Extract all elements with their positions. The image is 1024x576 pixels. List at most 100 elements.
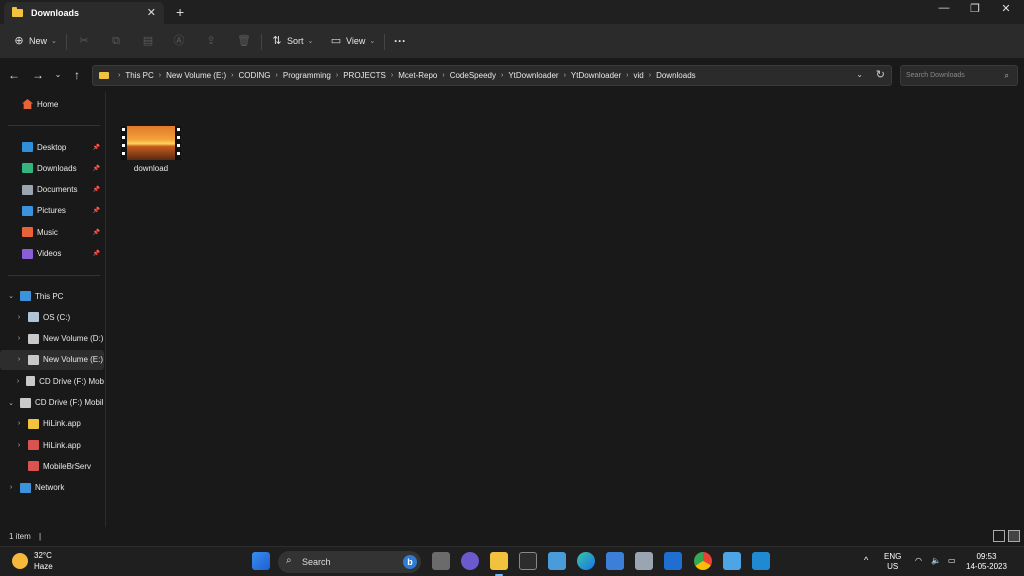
more-options-button[interactable]: ···: [394, 33, 406, 49]
mail-icon[interactable]: [664, 552, 682, 570]
chrome-icon[interactable]: [694, 552, 712, 570]
breadcrumb-item[interactable]: PROJECTS: [343, 71, 386, 80]
chevron-right-icon[interactable]: ›: [6, 484, 16, 491]
sidebar-item-pictures[interactable]: Pictures 📌: [0, 201, 104, 221]
minimize-button[interactable]: —: [930, 2, 958, 14]
language-indicator[interactable]: ENG US: [884, 552, 901, 572]
file-explorer-icon[interactable]: [490, 552, 508, 570]
chevron-down-icon[interactable]: ⌄: [6, 292, 16, 300]
sidebar-tree-item[interactable]: › Network: [0, 478, 104, 498]
share-icon: ⇪: [206, 35, 216, 47]
restore-button[interactable]: ❐: [961, 2, 989, 15]
chevron-right-icon[interactable]: ›: [14, 335, 24, 342]
chevron-right-icon[interactable]: ›: [336, 72, 338, 79]
chevron-right-icon[interactable]: ›: [14, 378, 22, 385]
chevron-up-icon[interactable]: ^: [864, 555, 868, 565]
view-button[interactable]: ▭ View ⌄: [330, 33, 375, 49]
sidebar-item-desktop[interactable]: Desktop 📌: [0, 137, 104, 157]
search-input[interactable]: Search Downloads ⌕: [900, 65, 1018, 86]
forward-button[interactable]: →: [30, 68, 46, 82]
copy-button[interactable]: ⧉: [110, 33, 126, 49]
recent-locations-icon[interactable]: ⌄: [50, 70, 66, 79]
breadcrumb-item[interactable]: Programming: [283, 71, 331, 80]
breadcrumb-item[interactable]: CodeSpeedy: [450, 71, 496, 80]
wifi-icon[interactable]: ◠: [915, 556, 922, 566]
camera-icon[interactable]: [635, 552, 653, 570]
chevron-down-icon[interactable]: ⌄: [856, 70, 863, 79]
battery-icon[interactable]: ▭: [948, 556, 956, 566]
edge-icon[interactable]: [577, 552, 595, 570]
volume-icon[interactable]: 🔈: [931, 556, 941, 566]
back-button[interactable]: ←: [6, 68, 22, 82]
delete-button[interactable]: 🗑: [237, 33, 253, 49]
file-item[interactable]: download: [119, 126, 183, 173]
sidebar-tree-item[interactable]: › HiLink.app: [0, 435, 104, 455]
chevron-right-icon[interactable]: ›: [442, 72, 444, 79]
breadcrumb-item[interactable]: Downloads: [656, 71, 696, 80]
breadcrumb-item[interactable]: Mcet-Repo: [398, 71, 437, 80]
sidebar-tree-item[interactable]: › New Volume (E:): [0, 349, 104, 370]
terminal-icon[interactable]: [519, 552, 537, 570]
sidebar-tree-item[interactable]: › HiLink.app: [0, 414, 104, 434]
chevron-right-icon[interactable]: ›: [231, 72, 233, 79]
chevron-right-icon[interactable]: ›: [649, 72, 651, 79]
details-view-button[interactable]: [993, 530, 1005, 542]
teams-chat-icon[interactable]: [461, 552, 479, 570]
clock[interactable]: 09:53 14-05-2023: [966, 552, 1007, 572]
refresh-icon[interactable]: ↻: [876, 68, 885, 81]
chevron-down-icon[interactable]: ⌄: [6, 399, 16, 407]
photos-icon[interactable]: [548, 552, 566, 570]
breadcrumb-item[interactable]: CODING: [239, 71, 271, 80]
breadcrumb-item[interactable]: YtDownloader: [508, 71, 558, 80]
store-icon[interactable]: [606, 552, 624, 570]
sidebar-tree-item[interactable]: › CD Drive (F:) Mob: [0, 371, 104, 391]
cut-button[interactable]: ✂: [78, 33, 94, 49]
chevron-right-icon[interactable]: ›: [118, 72, 120, 79]
weather-widget[interactable]: 32°C Haze: [12, 550, 53, 572]
chevron-right-icon[interactable]: ›: [14, 420, 24, 427]
sidebar-item-videos[interactable]: Videos 📌: [0, 244, 104, 264]
chevron-right-icon[interactable]: ›: [391, 72, 393, 79]
chevron-right-icon[interactable]: ›: [14, 442, 24, 449]
sort-label: Sort: [287, 36, 304, 46]
new-button[interactable]: ⊕ New ⌄: [13, 33, 57, 49]
sidebar-item-documents[interactable]: Documents 📌: [0, 180, 104, 200]
notepad-icon[interactable]: [723, 552, 741, 570]
large-icons-view-button[interactable]: [1008, 530, 1020, 542]
tab-downloads[interactable]: Downloads ✕: [4, 2, 164, 24]
rename-button[interactable]: Ⓐ: [173, 33, 189, 49]
taskbar-search[interactable]: ⌕ Search b: [278, 551, 421, 573]
breadcrumb-item[interactable]: YtDownloader: [571, 71, 621, 80]
paste-button[interactable]: ▤: [142, 33, 158, 49]
sidebar-tree-item[interactable]: › OS (C:): [0, 307, 104, 327]
weather-condition: Haze: [34, 562, 53, 571]
address-bar[interactable]: › This PC › New Volume (E:) › CODING › Programm…: [92, 65, 892, 86]
chevron-right-icon[interactable]: ›: [14, 314, 24, 321]
chevron-right-icon[interactable]: ›: [14, 356, 24, 363]
chevron-right-icon[interactable]: ›: [276, 72, 278, 79]
breadcrumb-item[interactable]: New Volume (E:): [166, 71, 226, 80]
sidebar-item-music[interactable]: Music 📌: [0, 222, 104, 242]
sidebar-item-downloads[interactable]: Downloads 📌: [0, 158, 104, 178]
chevron-right-icon[interactable]: ›: [501, 72, 503, 79]
chevron-right-icon[interactable]: ›: [626, 72, 628, 79]
sort-button[interactable]: ⇅ Sort ⌄: [271, 33, 313, 49]
sidebar-tree-item[interactable]: ⌄ This PC: [0, 286, 104, 306]
new-tab-button[interactable]: +: [176, 4, 184, 20]
start-button[interactable]: [252, 552, 270, 570]
task-view-icon[interactable]: [432, 552, 450, 570]
sidebar-tree-item[interactable]: › New Volume (D:): [0, 329, 104, 349]
chevron-right-icon[interactable]: ›: [159, 72, 161, 79]
sidebar-item-home[interactable]: Home: [0, 94, 104, 114]
breadcrumb-item[interactable]: This PC: [125, 71, 153, 80]
close-window-button[interactable]: ✕: [992, 2, 1020, 15]
breadcrumb-item[interactable]: vid: [634, 71, 644, 80]
up-button[interactable]: ↑: [69, 68, 85, 82]
sidebar-tree-item[interactable]: ⌄ CD Drive (F:) Mobil: [0, 393, 104, 413]
vscode-icon[interactable]: [752, 552, 770, 570]
close-tab-icon[interactable]: ✕: [147, 6, 156, 19]
film-hole: [177, 128, 180, 131]
sidebar-tree-item[interactable]: MobileBrServ: [0, 456, 104, 476]
chevron-right-icon[interactable]: ›: [564, 72, 566, 79]
share-button[interactable]: ⇪: [205, 33, 221, 49]
